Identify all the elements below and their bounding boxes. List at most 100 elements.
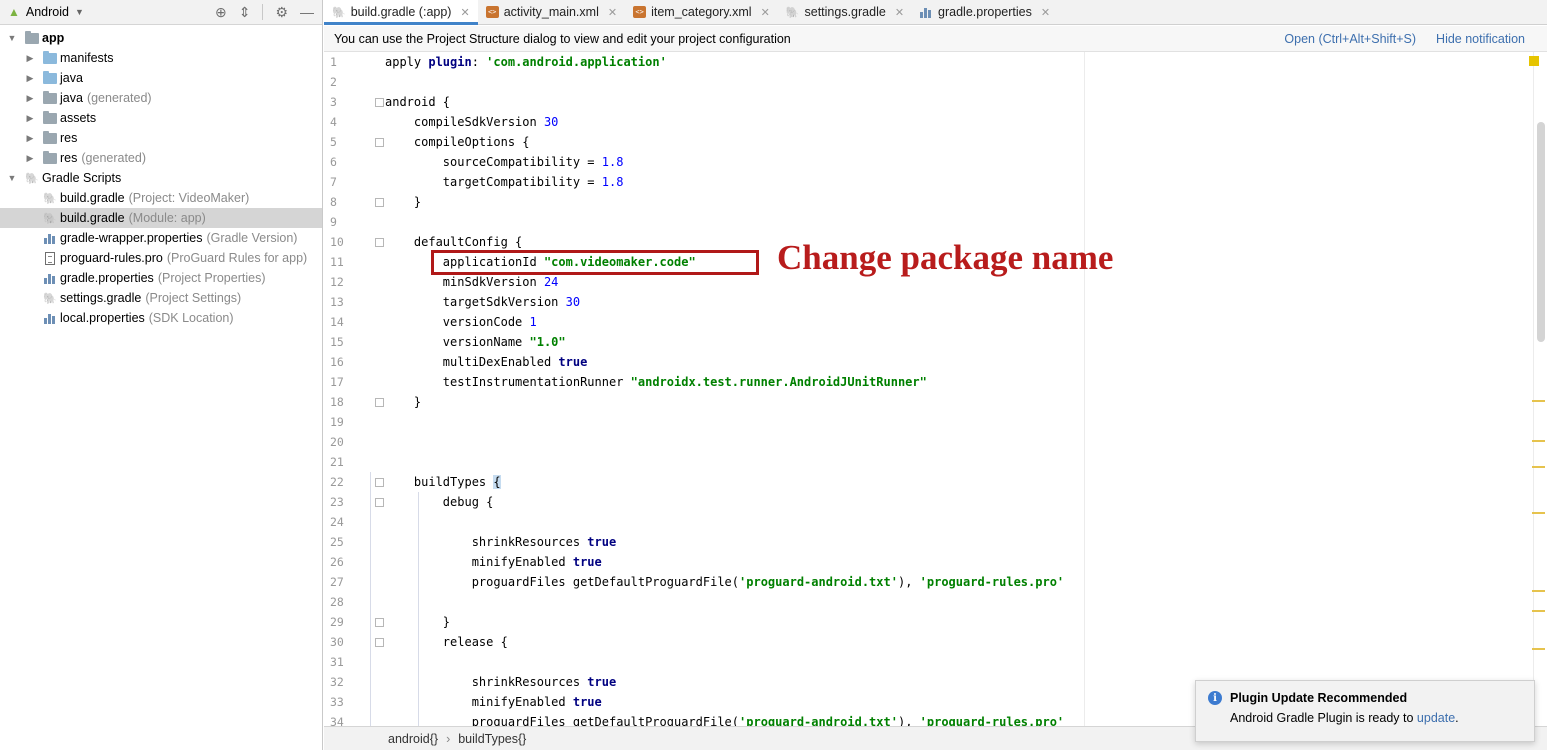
line-number[interactable]: 19 (324, 412, 370, 432)
breadcrumb-item-buildtypes[interactable]: buildTypes{} (458, 732, 526, 746)
code-line[interactable]: apply plugin: 'com.android.application' (385, 52, 1527, 72)
code-line[interactable]: compileOptions { (385, 132, 1527, 152)
fold-marker-icon[interactable] (375, 618, 384, 627)
code-line[interactable]: targetCompatibility = 1.8 (385, 172, 1527, 192)
code-line[interactable]: shrinkResources true (385, 532, 1527, 552)
code-line[interactable]: versionCode 1 (385, 312, 1527, 332)
code-line[interactable] (385, 452, 1527, 472)
fold-marker-icon[interactable] (375, 498, 384, 507)
expand-right-icon[interactable]: ▶ (24, 133, 36, 144)
expand-right-icon[interactable]: ▶ (24, 93, 36, 104)
tree-item[interactable]: gradle-wrapper.properties (Gradle Version… (0, 228, 322, 248)
line-number[interactable]: 9 (324, 212, 370, 232)
collapse-all-icon[interactable]: ⇕ (239, 4, 251, 21)
code-line[interactable]: release { (385, 632, 1527, 652)
inspection-status-icon[interactable] (1529, 56, 1539, 66)
code-line[interactable] (385, 512, 1527, 532)
editor-tab[interactable]: <> item_category.xml ✕ (625, 0, 778, 24)
hide-notification-link[interactable]: Hide notification (1436, 32, 1525, 46)
tree-item[interactable]: ▶ assets (0, 108, 322, 128)
code-line[interactable] (385, 592, 1527, 612)
line-number[interactable]: 15 (324, 332, 370, 352)
fold-marker-icon[interactable] (375, 638, 384, 647)
expand-right-icon[interactable]: ▶ (24, 53, 36, 64)
line-number[interactable]: 18 (324, 392, 370, 412)
line-number[interactable]: 8 (324, 192, 370, 212)
line-number[interactable]: 22 (324, 472, 370, 492)
code-line[interactable] (385, 72, 1527, 92)
line-number[interactable]: 34 (324, 712, 370, 726)
tree-item[interactable]: ▶ res (generated) (0, 148, 322, 168)
code-line[interactable] (385, 652, 1527, 672)
tree-item[interactable]: local.properties (SDK Location) (0, 308, 322, 328)
editor-tab[interactable]: <> activity_main.xml ✕ (478, 0, 625, 24)
expand-down-icon[interactable]: ▼ (6, 173, 18, 183)
line-number[interactable]: 25 (324, 532, 370, 552)
expand-right-icon[interactable]: ▶ (24, 73, 36, 84)
line-number[interactable]: 29 (324, 612, 370, 632)
code-line[interactable]: } (385, 392, 1527, 412)
code-line[interactable]: buildTypes { (385, 472, 1527, 492)
code-line[interactable]: sourceCompatibility = 1.8 (385, 152, 1527, 172)
code-line[interactable]: proguardFiles getDefaultProguardFile('pr… (385, 572, 1527, 592)
tree-item[interactable]: ▼ app (0, 28, 322, 48)
code-line[interactable]: compileSdkVersion 30 (385, 112, 1527, 132)
tree-item[interactable]: 🐘 settings.gradle (Project Settings) (0, 288, 322, 308)
tree-item[interactable]: proguard-rules.pro (ProGuard Rules for ap… (0, 248, 322, 268)
minimize-icon[interactable]: — (300, 4, 314, 20)
warning-stripe-marker[interactable] (1532, 610, 1545, 612)
tree-item[interactable]: gradle.properties (Project Properties) (0, 268, 322, 288)
line-number[interactable]: 2 (324, 72, 370, 92)
expand-down-icon[interactable]: ▼ (6, 33, 18, 43)
fold-marker-icon[interactable] (375, 198, 384, 207)
fold-marker-icon[interactable] (375, 138, 384, 147)
line-number[interactable]: 6 (324, 152, 370, 172)
breadcrumb-item-android[interactable]: android{} (388, 732, 438, 746)
close-icon[interactable]: ✕ (608, 6, 617, 19)
tree-item[interactable]: ▼ 🐘 Gradle Scripts (0, 168, 322, 188)
tree-item[interactable]: ▶ java (generated) (0, 88, 322, 108)
open-project-structure-link[interactable]: Open (Ctrl+Alt+Shift+S) (1284, 32, 1416, 46)
line-number[interactable]: 31 (324, 652, 370, 672)
line-number[interactable]: 28 (324, 592, 370, 612)
code-line[interactable]: targetSdkVersion 30 (385, 292, 1527, 312)
line-number[interactable]: 32 (324, 672, 370, 692)
fold-marker-icon[interactable] (375, 478, 384, 487)
warning-stripe-marker[interactable] (1532, 512, 1545, 514)
line-number[interactable]: 13 (324, 292, 370, 312)
code-line[interactable] (385, 412, 1527, 432)
warning-stripe-marker[interactable] (1532, 648, 1545, 650)
editor-tab[interactable]: gradle.properties ✕ (912, 0, 1058, 24)
code-line[interactable]: } (385, 192, 1527, 212)
code-line[interactable] (385, 212, 1527, 232)
locate-icon[interactable]: ⊕ (215, 4, 227, 21)
fold-marker-icon[interactable] (375, 98, 384, 107)
close-icon[interactable]: ✕ (460, 6, 469, 19)
warning-stripe-marker[interactable] (1532, 440, 1545, 442)
tree-item[interactable]: 🐘 build.gradle (Project: VideoMaker) (0, 188, 322, 208)
code-editor[interactable]: 1 2 3 4 5 6 7 8 9 10 11 12 13 14 15 16 17 18 19 20 21 22 23 24 2… (324, 52, 1547, 726)
code-line[interactable]: testInstrumentationRunner "androidx.test… (385, 372, 1527, 392)
line-number[interactable]: 10 (324, 232, 370, 252)
code-line[interactable]: multiDexEnabled true (385, 352, 1527, 372)
expand-right-icon[interactable]: ▶ (24, 113, 36, 124)
code-line[interactable]: minifyEnabled true (385, 552, 1527, 572)
line-number[interactable]: 1 (324, 52, 370, 72)
code-line[interactable]: versionName "1.0" (385, 332, 1527, 352)
gear-icon[interactable]: ⚙ (275, 4, 288, 21)
tree-item[interactable]: ▶ manifests (0, 48, 322, 68)
project-view-selector[interactable]: ▲ Android ▼ (8, 5, 84, 19)
tree-item[interactable]: ▶ res (0, 128, 322, 148)
line-number[interactable]: 12 (324, 272, 370, 292)
expand-right-icon[interactable]: ▶ (24, 153, 36, 164)
fold-marker-icon[interactable] (375, 238, 384, 247)
editor-tab[interactable]: 🐘 settings.gradle ✕ (778, 0, 912, 24)
tree-item[interactable]: 🐘 build.gradle (Module: app) (0, 208, 322, 228)
close-icon[interactable]: ✕ (761, 6, 770, 19)
scrollbar-thumb[interactable] (1537, 122, 1545, 342)
line-number[interactable]: 23 (324, 492, 370, 512)
line-number[interactable]: 11 (324, 252, 370, 272)
tree-item[interactable]: ▶ java (0, 68, 322, 88)
line-number[interactable]: 3 (324, 92, 370, 112)
line-number[interactable]: 17 (324, 372, 370, 392)
